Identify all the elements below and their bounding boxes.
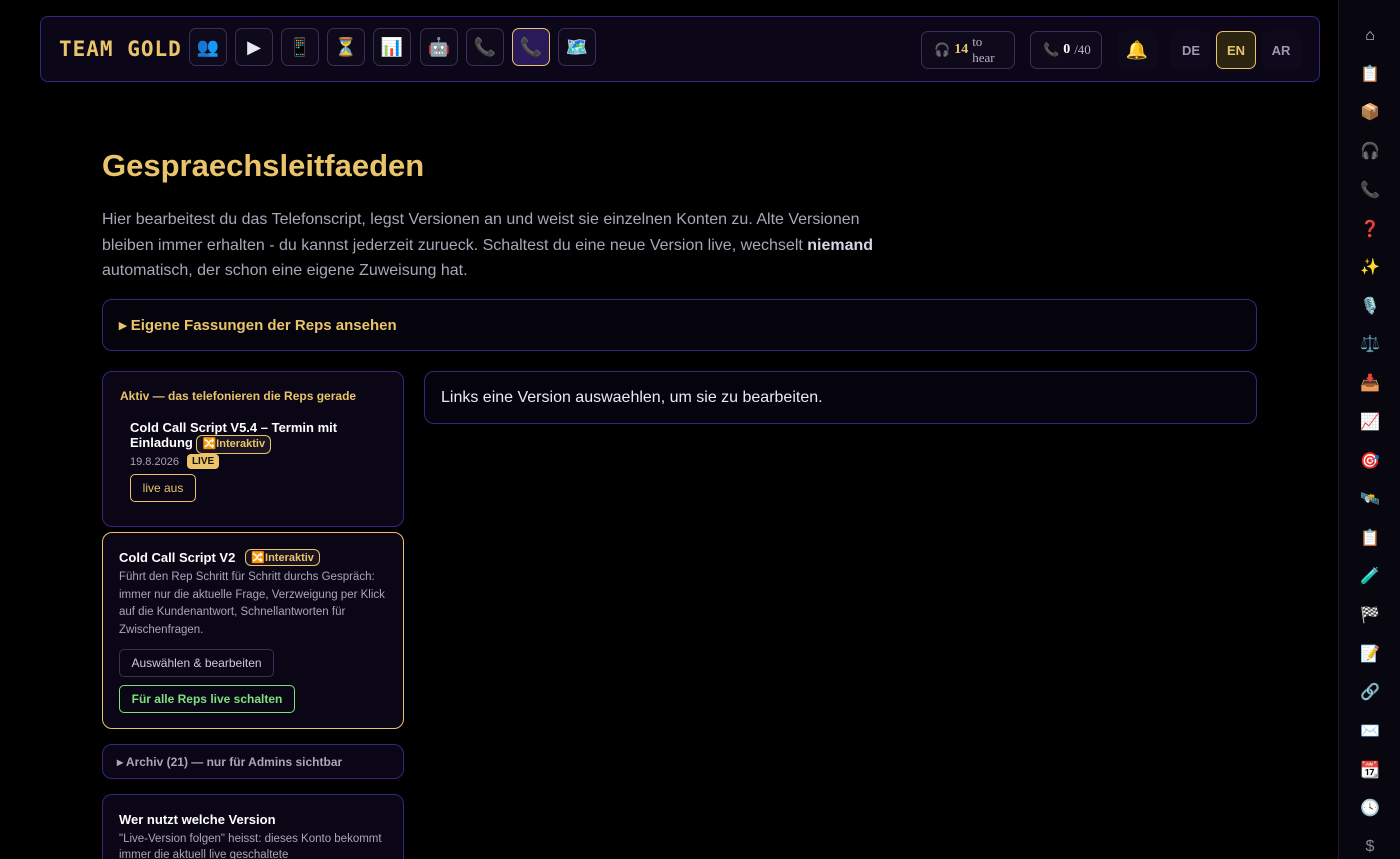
v2-title: Cold Call Script V2 (119, 550, 236, 565)
calendar-icon[interactable]: 📆 (1359, 759, 1381, 781)
home-icon[interactable]: ⌂ (1359, 25, 1381, 47)
nav-hourglass-button[interactable]: ⏳ (327, 28, 365, 66)
page-title: Gespraechsleitfaeden (102, 148, 425, 183)
nav-map-button[interactable]: 🗺️ (558, 28, 596, 66)
clipboard-2-icon[interactable]: 📋 (1359, 527, 1381, 549)
nav-team-button[interactable]: 👥 (189, 28, 227, 66)
version-card-v2[interactable]: Cold Call Script V2 🔀Interaktiv Führt de… (102, 532, 404, 729)
phone-receiver-icon: 📞 (473, 36, 497, 57)
lang-de-button[interactable]: DE (1171, 31, 1211, 69)
mobile-phone-icon: 📱 (288, 36, 312, 57)
active-version-card: Aktiv — das telefonieren die Reps gerade… (102, 371, 404, 527)
nav-stats-button[interactable]: 📊 (373, 28, 411, 66)
active-script-title-wrap: Cold Call Script V5.4 – Termin mit Einla… (130, 420, 370, 454)
page-intro: Hier bearbeitest du das Telefonscript, l… (102, 207, 902, 284)
phone-icon[interactable]: 📞 (1359, 179, 1381, 201)
headphones-icon: 🎧 (934, 42, 951, 57)
clipboard-icon[interactable]: 📋 (1359, 63, 1381, 85)
phone-receiver-active-icon: 📞 (519, 36, 543, 57)
v2-title-row: Cold Call Script V2 🔀Interaktiv (119, 549, 320, 566)
target-icon[interactable]: 🎯 (1359, 450, 1381, 472)
top-bar: TEAM GOLD 👥 ▶ 📱 ⏳ 📊 🤖 📞 📞 🗺️ 🎧 14 to hea… (40, 16, 1320, 82)
phone-icon: 📞 (1043, 42, 1060, 57)
question-icon[interactable]: ❓ (1359, 218, 1381, 240)
go-live-button[interactable]: Für alle Reps live schalten (119, 685, 295, 713)
hourglass-icon: ⏳ (334, 36, 358, 57)
select-edit-button[interactable]: Auswählen & bearbeiten (119, 649, 274, 677)
interactive-badge: 🔀Interaktiv (245, 549, 320, 566)
bar-chart-icon: 📊 (380, 36, 404, 57)
clock-icon[interactable]: 🕓 (1359, 797, 1381, 819)
who-title: Wer nutzt welche Version (119, 812, 276, 827)
interactive-badge: 🔀Interaktiv (196, 435, 272, 454)
satellite-icon[interactable]: 🛰️ (1359, 488, 1381, 510)
notifications-button[interactable]: 🔔 (1117, 31, 1157, 69)
brand-logo: TEAM GOLD (59, 37, 182, 61)
nav-robot-button[interactable]: 🤖 (420, 28, 458, 66)
dollar-icon[interactable]: $ (1359, 836, 1381, 858)
right-sidebar: ⌂ 📋 📦 🎧 📞 ❓ ✨ 🎙️ ⚖️ 📥 📈 🎯 🛰️ 📋 🧪 🏁 📝 🔗 ✉… (1338, 0, 1400, 859)
active-date: 19.8.2026 (130, 455, 179, 468)
link-icon[interactable]: 🔗 (1359, 681, 1381, 703)
archive-toggle[interactable]: ▸ Archiv (21) — nur für Admins sichtbar (102, 744, 404, 779)
headphones-icon[interactable]: 🎧 (1359, 140, 1381, 162)
scales-icon[interactable]: ⚖️ (1359, 333, 1381, 355)
reps-versions-toggle[interactable]: ▸ Eigene Fassungen der Reps ansehen (102, 299, 1257, 351)
play-icon: ▶ (247, 36, 261, 57)
who-text: "Live-Version folgen" heisst: dieses Kon… (119, 833, 382, 859)
live-badge: LIVE (186, 454, 220, 469)
package-icon[interactable]: 📦 (1359, 101, 1381, 123)
nav-phone-button[interactable]: 📞 (466, 28, 504, 66)
calls-count: 0 (1063, 42, 1071, 57)
bell-icon: 🔔 (1125, 39, 1149, 60)
intro-bold: niemand (807, 236, 874, 254)
lang-ar-button[interactable]: AR (1261, 31, 1301, 69)
trend-chart-icon[interactable]: 📈 (1359, 411, 1381, 433)
checkered-flag-icon[interactable]: 🏁 (1359, 604, 1381, 626)
memo-icon[interactable]: 📝 (1359, 643, 1381, 665)
calls-counter[interactable]: 📞 0 /40 (1030, 31, 1102, 69)
microphone-icon[interactable]: 🎙️ (1359, 295, 1381, 317)
v2-description: Führt den Rep Schritt für Schritt durchs… (119, 571, 385, 636)
intro-text-1: Hier bearbeitest du das Telefonscript, l… (102, 211, 860, 254)
team-icon: 👥 (196, 36, 220, 57)
sparkles-icon[interactable]: ✨ (1359, 256, 1381, 278)
calls-total: /40 (1074, 42, 1091, 57)
to-hear-count: 14 (954, 42, 969, 57)
nav-mobile-button[interactable]: 📱 (281, 28, 319, 66)
lang-en-button[interactable]: EN (1216, 31, 1256, 69)
test-tube-icon[interactable]: 🧪 (1359, 565, 1381, 587)
intro-text-2: automatisch, der schon eine eigene Zuwei… (102, 262, 468, 279)
live-off-button[interactable]: live aus (130, 474, 196, 502)
robot-icon: 🤖 (427, 36, 451, 57)
to-hear-label: to hear (972, 34, 995, 65)
map-icon: 🗺️ (565, 36, 589, 57)
edit-panel-placeholder: Links eine Version auswaehlen, um sie zu… (424, 371, 1257, 424)
to-hear-counter[interactable]: 🎧 14 to hear (921, 31, 1015, 69)
inbox-icon[interactable]: 📥 (1359, 372, 1381, 394)
active-meta: 19.8.2026 LIVE (130, 454, 220, 469)
nav-scripts-button[interactable]: 📞 (512, 28, 550, 66)
envelope-icon[interactable]: ✉️ (1359, 720, 1381, 742)
nav-play-button[interactable]: ▶ (235, 28, 273, 66)
who-uses-card: Wer nutzt welche Version "Live-Version f… (102, 794, 404, 859)
active-heading: Aktiv — das telefonieren die Reps gerade (120, 389, 357, 403)
